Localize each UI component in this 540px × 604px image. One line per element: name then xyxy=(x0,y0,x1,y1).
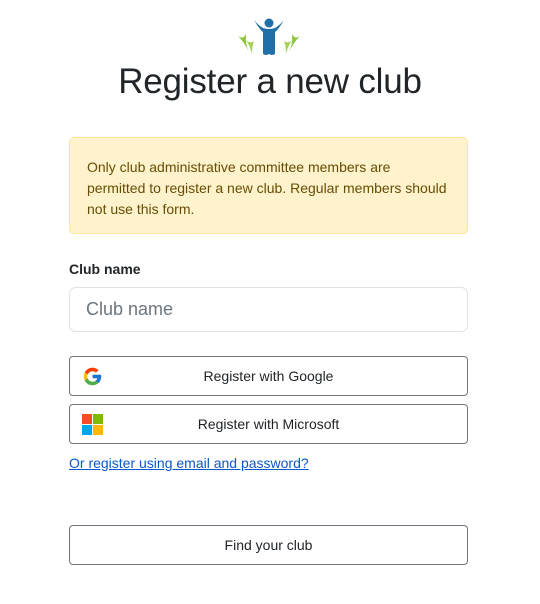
register-with-microsoft-label: Register with Microsoft xyxy=(197,416,340,432)
google-icon xyxy=(83,367,102,386)
find-your-club-label: Find your club xyxy=(224,537,313,553)
register-with-google-label: Register with Google xyxy=(203,368,334,384)
page-title: Register a new club xyxy=(118,62,422,101)
find-your-club-button[interactable]: Find your club xyxy=(69,525,468,565)
club-logo-icon xyxy=(238,18,300,55)
register-with-email-link[interactable]: Or register using email and password? xyxy=(69,455,309,471)
club-name-input[interactable] xyxy=(69,287,468,332)
microsoft-icon xyxy=(82,414,103,435)
warning-alert-message: Only club administrative committee membe… xyxy=(87,159,447,217)
club-name-label: Club name xyxy=(69,261,141,277)
register-with-microsoft-button[interactable]: Register with Microsoft xyxy=(69,404,468,444)
register-with-google-button[interactable]: Register with Google xyxy=(69,356,468,396)
warning-alert: Only club administrative committee membe… xyxy=(69,137,468,234)
